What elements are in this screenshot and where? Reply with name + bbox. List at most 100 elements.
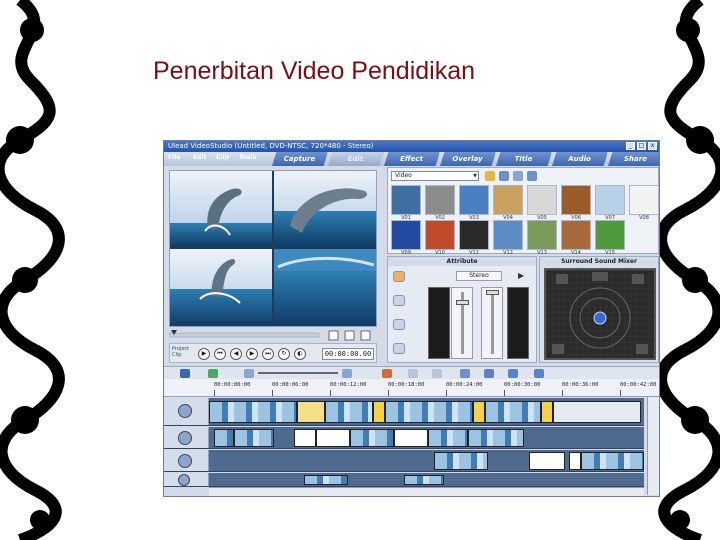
- library-thumbnail[interactable]: [629, 185, 659, 215]
- close-icon[interactable]: x: [648, 142, 657, 150]
- fader-master[interactable]: [451, 287, 473, 359]
- options-icon[interactable]: [527, 171, 537, 181]
- library-thumbnail[interactable]: [391, 185, 421, 215]
- chapter-icon[interactable]: [508, 369, 518, 378]
- surround-mixer-stage[interactable]: [544, 268, 656, 360]
- library-thumbnail[interactable]: [493, 220, 523, 250]
- mix-icon[interactable]: [534, 369, 544, 378]
- insert-media-icon[interactable]: [382, 369, 392, 378]
- zoom-in-icon[interactable]: [342, 369, 352, 378]
- zoom-slider[interactable]: [258, 372, 338, 374]
- audio-clip[interactable]: [404, 475, 444, 485]
- video-clip[interactable]: [553, 401, 641, 423]
- audio-track: [164, 473, 644, 487]
- title-clip[interactable]: [434, 452, 488, 470]
- video-clip[interactable]: [541, 401, 553, 423]
- ruler-tick: [272, 390, 273, 396]
- minimize-icon[interactable]: _: [626, 142, 635, 150]
- overlay-clip[interactable]: [468, 429, 524, 447]
- library-thumbnail[interactable]: [459, 185, 489, 215]
- library-thumbnail[interactable]: [391, 220, 421, 250]
- title-clip[interactable]: [581, 452, 644, 470]
- video-clip[interactable]: [325, 401, 373, 423]
- title-clip[interactable]: [529, 452, 565, 470]
- overlay-clip[interactable]: [294, 429, 316, 447]
- next-frame-icon[interactable]: ▶: [246, 348, 258, 360]
- overlay-clip[interactable]: [394, 429, 428, 447]
- title-track-icon[interactable]: [178, 454, 192, 468]
- overlay-clip[interactable]: [234, 429, 274, 447]
- fader-right[interactable]: [481, 287, 503, 359]
- attribute-tab[interactable]: Attribute: [388, 257, 536, 266]
- sound-icon[interactable]: [393, 271, 405, 282]
- library-thumbnail[interactable]: [561, 220, 591, 250]
- video-clip[interactable]: [385, 401, 473, 423]
- overlay-clip[interactable]: [428, 429, 468, 447]
- play-icon[interactable]: ▶: [198, 348, 210, 360]
- timeline-vertical-scrollbar[interactable]: [647, 397, 659, 495]
- zoom-out-icon[interactable]: [244, 369, 254, 378]
- library-thumbnail[interactable]: [493, 185, 523, 215]
- tab-audio[interactable]: Audio: [552, 152, 608, 166]
- library-thumbnail[interactable]: [595, 220, 625, 250]
- folder-icon[interactable]: [485, 171, 495, 181]
- overlay-track-icon[interactable]: [178, 431, 192, 445]
- tab-capture[interactable]: Capture: [272, 152, 328, 166]
- maximize-icon[interactable]: □: [637, 142, 646, 150]
- library-thumbnail[interactable]: [527, 185, 557, 215]
- audio-clip[interactable]: [304, 475, 348, 485]
- timecode-display[interactable]: 00:00:00.00: [322, 348, 374, 360]
- overlay-clip[interactable]: [214, 429, 234, 447]
- library-thumbnail[interactable]: [527, 220, 557, 250]
- video-track-icon[interactable]: [178, 404, 192, 418]
- tab-overlay[interactable]: Overlay: [440, 152, 496, 166]
- video-clip[interactable]: [209, 401, 297, 423]
- tab-title[interactable]: Title: [496, 152, 552, 166]
- overlay-clip[interactable]: [316, 429, 350, 447]
- end-icon[interactable]: ⏭: [262, 348, 274, 360]
- tab-share[interactable]: Share: [608, 152, 659, 166]
- smart-proxy-icon[interactable]: [460, 369, 470, 378]
- library-panel: Video V01V02V03V04V05V06V07V08V09V10V11V…: [387, 167, 659, 256]
- clip-mode-label[interactable]: Clip: [172, 352, 189, 358]
- undo-icon[interactable]: [408, 369, 418, 378]
- library-thumbnail[interactable]: [425, 185, 455, 215]
- repeat-icon[interactable]: ↻: [278, 348, 290, 360]
- speaker-icon[interactable]: [393, 295, 405, 306]
- library-category-dropdown[interactable]: Video: [391, 171, 479, 181]
- library-thumbnail[interactable]: [595, 185, 625, 215]
- tab-edit[interactable]: Edit: [328, 152, 384, 166]
- music-note-icon[interactable]: [393, 343, 405, 354]
- video-clip[interactable]: [485, 401, 541, 423]
- video-clip[interactable]: [373, 401, 385, 423]
- playback-controls: Project Clip ▶ ⏮ ◀ ▶ ⏭ ↻ ◐ 00:00:00.00: [169, 343, 377, 363]
- tab-effect[interactable]: Effect: [384, 152, 440, 166]
- home-icon[interactable]: ⏮: [214, 348, 226, 360]
- microphone-icon[interactable]: [393, 319, 405, 330]
- channel-selector[interactable]: Stereo: [456, 271, 502, 281]
- timeline-horizontal-scrollbar[interactable]: [209, 487, 644, 496]
- storyboard-view-icon[interactable]: [180, 369, 190, 378]
- volume-icon[interactable]: ◐: [294, 348, 306, 360]
- timeline-view-icon[interactable]: [208, 369, 218, 378]
- menu-tools[interactable]: Tools: [239, 154, 256, 161]
- library-thumbnail[interactable]: [459, 220, 489, 250]
- previous-frame-icon[interactable]: ◀: [230, 348, 242, 360]
- view-icon[interactable]: [513, 171, 523, 181]
- menu-edit[interactable]: Edit: [193, 154, 206, 161]
- library-thumbnail[interactable]: [561, 185, 591, 215]
- timeline-ruler[interactable]: 00:00:00:00 00:00:06:00 00:00:12:00 00:00:1…: [164, 379, 659, 397]
- audio-track-icon[interactable]: [178, 474, 190, 486]
- video-clip[interactable]: [473, 401, 485, 423]
- menu-file[interactable]: File: [168, 154, 180, 161]
- title-clip[interactable]: [569, 452, 581, 470]
- channel-play-icon[interactable]: ▶: [518, 271, 524, 280]
- library-thumbnail[interactable]: [425, 220, 455, 250]
- redo-icon[interactable]: [432, 369, 442, 378]
- import-icon[interactable]: [499, 171, 509, 181]
- track-manager-icon[interactable]: [484, 369, 494, 378]
- video-clip[interactable]: [297, 401, 325, 423]
- trim-bar[interactable]: [169, 330, 377, 341]
- overlay-clip[interactable]: [350, 429, 394, 447]
- menu-clip[interactable]: Clip: [216, 154, 229, 161]
